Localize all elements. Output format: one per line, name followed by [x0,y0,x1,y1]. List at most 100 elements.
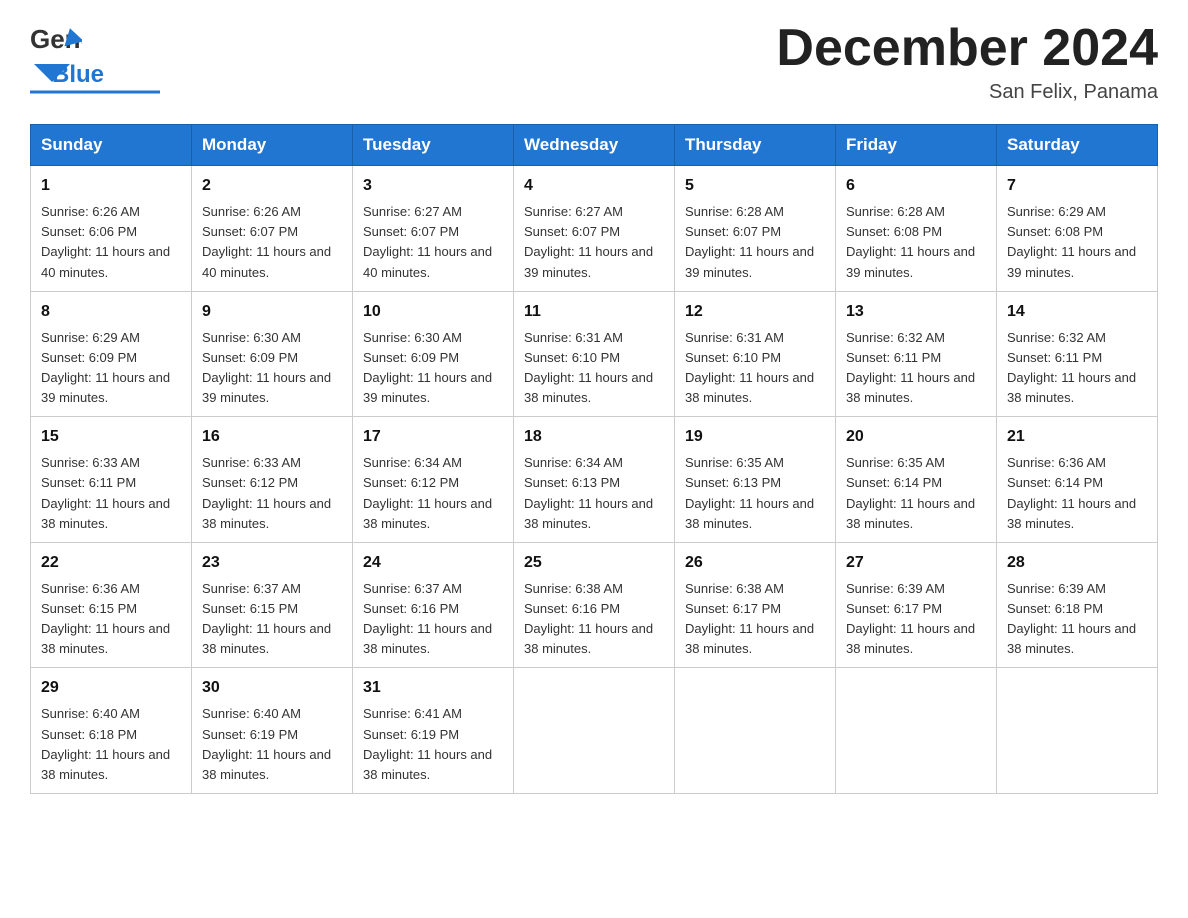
calendar-cell: 5 Sunrise: 6:28 AMSunset: 6:07 PMDaylight… [675,166,836,292]
day-info: Sunrise: 6:33 AMSunset: 6:12 PMDaylight:… [202,455,331,530]
calendar-cell: 10Sunrise: 6:30 AMSunset: 6:09 PMDayligh… [353,291,514,417]
day-info: Sunrise: 6:40 AMSunset: 6:18 PMDaylight:… [41,706,170,781]
page-header: General Blue December 2024 San Felix, Pa… [30,20,1158,104]
day-number: 9 [202,300,342,324]
day-number: 30 [202,676,342,700]
location: San Felix, Panama [776,81,1158,104]
day-info: Sunrise: 6:35 AMSunset: 6:14 PMDaylight:… [846,455,975,530]
day-number: 12 [685,300,825,324]
calendar-cell: 20 Sunrise: 6:35 AMSunset: 6:14 PMDayligh… [836,417,997,543]
calendar-cell: 23 Sunrise: 6:37 AMSunset: 6:15 PMDayligh… [192,542,353,668]
calendar-cell: 22 Sunrise: 6:36 AMSunset: 6:15 PMDayligh… [31,542,192,668]
day-number: 19 [685,425,825,449]
day-number: 4 [524,174,664,198]
calendar-cell: 30 Sunrise: 6:40 AMSunset: 6:19 PMDayligh… [192,668,353,794]
day-info: Sunrise: 6:27 AMSunset: 6:07 PMDaylight:… [524,204,653,279]
day-info: Sunrise: 6:34 AMSunset: 6:12 PMDaylight:… [363,455,492,530]
day-info: Sunrise: 6:36 AMSunset: 6:14 PMDaylight:… [1007,455,1136,530]
day-number: 5 [685,174,825,198]
calendar-cell: 9 Sunrise: 6:30 AMSunset: 6:09 PMDaylight… [192,291,353,417]
calendar-cell: 25 Sunrise: 6:38 AMSunset: 6:16 PMDayligh… [514,542,675,668]
day-number: 22 [41,551,181,575]
calendar-week-row: 8 Sunrise: 6:29 AMSunset: 6:09 PMDaylight… [31,291,1158,417]
day-info: Sunrise: 6:41 AMSunset: 6:19 PMDaylight:… [363,706,492,781]
day-number: 13 [846,300,986,324]
calendar-cell: 17 Sunrise: 6:34 AMSunset: 6:12 PMDayligh… [353,417,514,543]
calendar-cell: 7Sunrise: 6:29 AMSunset: 6:08 PMDaylight… [997,166,1158,292]
calendar-week-row: 1Sunrise: 6:26 AMSunset: 6:06 PMDaylight… [31,166,1158,292]
calendar-cell: 19 Sunrise: 6:35 AMSunset: 6:13 PMDayligh… [675,417,836,543]
calendar-cell: 21 Sunrise: 6:36 AMSunset: 6:14 PMDayligh… [997,417,1158,543]
day-number: 18 [524,425,664,449]
calendar-cell [997,668,1158,794]
calendar-cell [514,668,675,794]
calendar-cell [675,668,836,794]
calendar-week-row: 22 Sunrise: 6:36 AMSunset: 6:15 PMDayligh… [31,542,1158,668]
calendar-week-row: 15Sunrise: 6:33 AMSunset: 6:11 PMDayligh… [31,417,1158,543]
calendar-table: SundayMondayTuesdayWednesdayThursdayFrid… [30,124,1158,794]
day-number: 20 [846,425,986,449]
calendar-cell [836,668,997,794]
calendar-cell: 15Sunrise: 6:33 AMSunset: 6:11 PMDayligh… [31,417,192,543]
day-info: Sunrise: 6:28 AMSunset: 6:08 PMDaylight:… [846,204,975,279]
calendar-cell: 18Sunrise: 6:34 AMSunset: 6:13 PMDayligh… [514,417,675,543]
calendar-cell: 2Sunrise: 6:26 AMSunset: 6:07 PMDaylight… [192,166,353,292]
day-info: Sunrise: 6:38 AMSunset: 6:16 PMDaylight:… [524,581,653,656]
calendar-cell: 12 Sunrise: 6:31 AMSunset: 6:10 PMDayligh… [675,291,836,417]
weekday-header-wednesday: Wednesday [514,125,675,166]
day-number: 28 [1007,551,1147,575]
day-number: 25 [524,551,664,575]
day-info: Sunrise: 6:31 AMSunset: 6:10 PMDaylight:… [685,330,814,405]
day-info: Sunrise: 6:36 AMSunset: 6:15 PMDaylight:… [41,581,170,656]
calendar-week-row: 29Sunrise: 6:40 AMSunset: 6:18 PMDayligh… [31,668,1158,794]
calendar-cell: 27Sunrise: 6:39 AMSunset: 6:17 PMDayligh… [836,542,997,668]
day-number: 17 [363,425,503,449]
weekday-header-row: SundayMondayTuesdayWednesdayThursdayFrid… [31,125,1158,166]
day-info: Sunrise: 6:27 AMSunset: 6:07 PMDaylight:… [363,204,492,279]
day-info: Sunrise: 6:28 AMSunset: 6:07 PMDaylight:… [685,204,814,279]
calendar-cell: 14 Sunrise: 6:32 AMSunset: 6:11 PMDayligh… [997,291,1158,417]
day-number: 3 [363,174,503,198]
day-info: Sunrise: 6:33 AMSunset: 6:11 PMDaylight:… [41,455,170,530]
calendar-cell: 8 Sunrise: 6:29 AMSunset: 6:09 PMDaylight… [31,291,192,417]
day-number: 24 [363,551,503,575]
day-number: 23 [202,551,342,575]
calendar-cell: 3 Sunrise: 6:27 AMSunset: 6:07 PMDaylight… [353,166,514,292]
day-info: Sunrise: 6:39 AMSunset: 6:18 PMDaylight:… [1007,581,1136,656]
day-number: 11 [524,300,664,324]
day-info: Sunrise: 6:29 AMSunset: 6:09 PMDaylight:… [41,330,170,405]
day-info: Sunrise: 6:30 AMSunset: 6:09 PMDaylight:… [202,330,331,405]
calendar-cell: 4 Sunrise: 6:27 AMSunset: 6:07 PMDaylight… [514,166,675,292]
day-info: Sunrise: 6:40 AMSunset: 6:19 PMDaylight:… [202,706,331,781]
calendar-cell: 11 Sunrise: 6:31 AMSunset: 6:10 PMDayligh… [514,291,675,417]
logo: General Blue [30,20,170,96]
calendar-cell: 24 Sunrise: 6:37 AMSunset: 6:16 PMDayligh… [353,542,514,668]
day-info: Sunrise: 6:37 AMSunset: 6:16 PMDaylight:… [363,581,492,656]
day-info: Sunrise: 6:32 AMSunset: 6:11 PMDaylight:… [1007,330,1136,405]
day-info: Sunrise: 6:35 AMSunset: 6:13 PMDaylight:… [685,455,814,530]
day-number: 6 [846,174,986,198]
calendar-cell: 28 Sunrise: 6:39 AMSunset: 6:18 PMDayligh… [997,542,1158,668]
day-number: 1 [41,174,181,198]
calendar-cell: 13Sunrise: 6:32 AMSunset: 6:11 PMDayligh… [836,291,997,417]
day-info: Sunrise: 6:39 AMSunset: 6:17 PMDaylight:… [846,581,975,656]
day-number: 16 [202,425,342,449]
day-info: Sunrise: 6:38 AMSunset: 6:17 PMDaylight:… [685,581,814,656]
calendar-cell: 29Sunrise: 6:40 AMSunset: 6:18 PMDayligh… [31,668,192,794]
day-number: 14 [1007,300,1147,324]
weekday-header-saturday: Saturday [997,125,1158,166]
day-number: 21 [1007,425,1147,449]
weekday-header-thursday: Thursday [675,125,836,166]
weekday-header-friday: Friday [836,125,997,166]
day-number: 31 [363,676,503,700]
calendar-cell: 16 Sunrise: 6:33 AMSunset: 6:12 PMDayligh… [192,417,353,543]
day-info: Sunrise: 6:37 AMSunset: 6:15 PMDaylight:… [202,581,331,656]
logo-bottom: Blue [30,60,170,96]
day-info: Sunrise: 6:26 AMSunset: 6:07 PMDaylight:… [202,204,331,279]
day-info: Sunrise: 6:31 AMSunset: 6:10 PMDaylight:… [524,330,653,405]
day-number: 8 [41,300,181,324]
day-number: 26 [685,551,825,575]
day-number: 10 [363,300,503,324]
title-area: December 2024 San Felix, Panama [776,20,1158,104]
weekday-header-tuesday: Tuesday [353,125,514,166]
